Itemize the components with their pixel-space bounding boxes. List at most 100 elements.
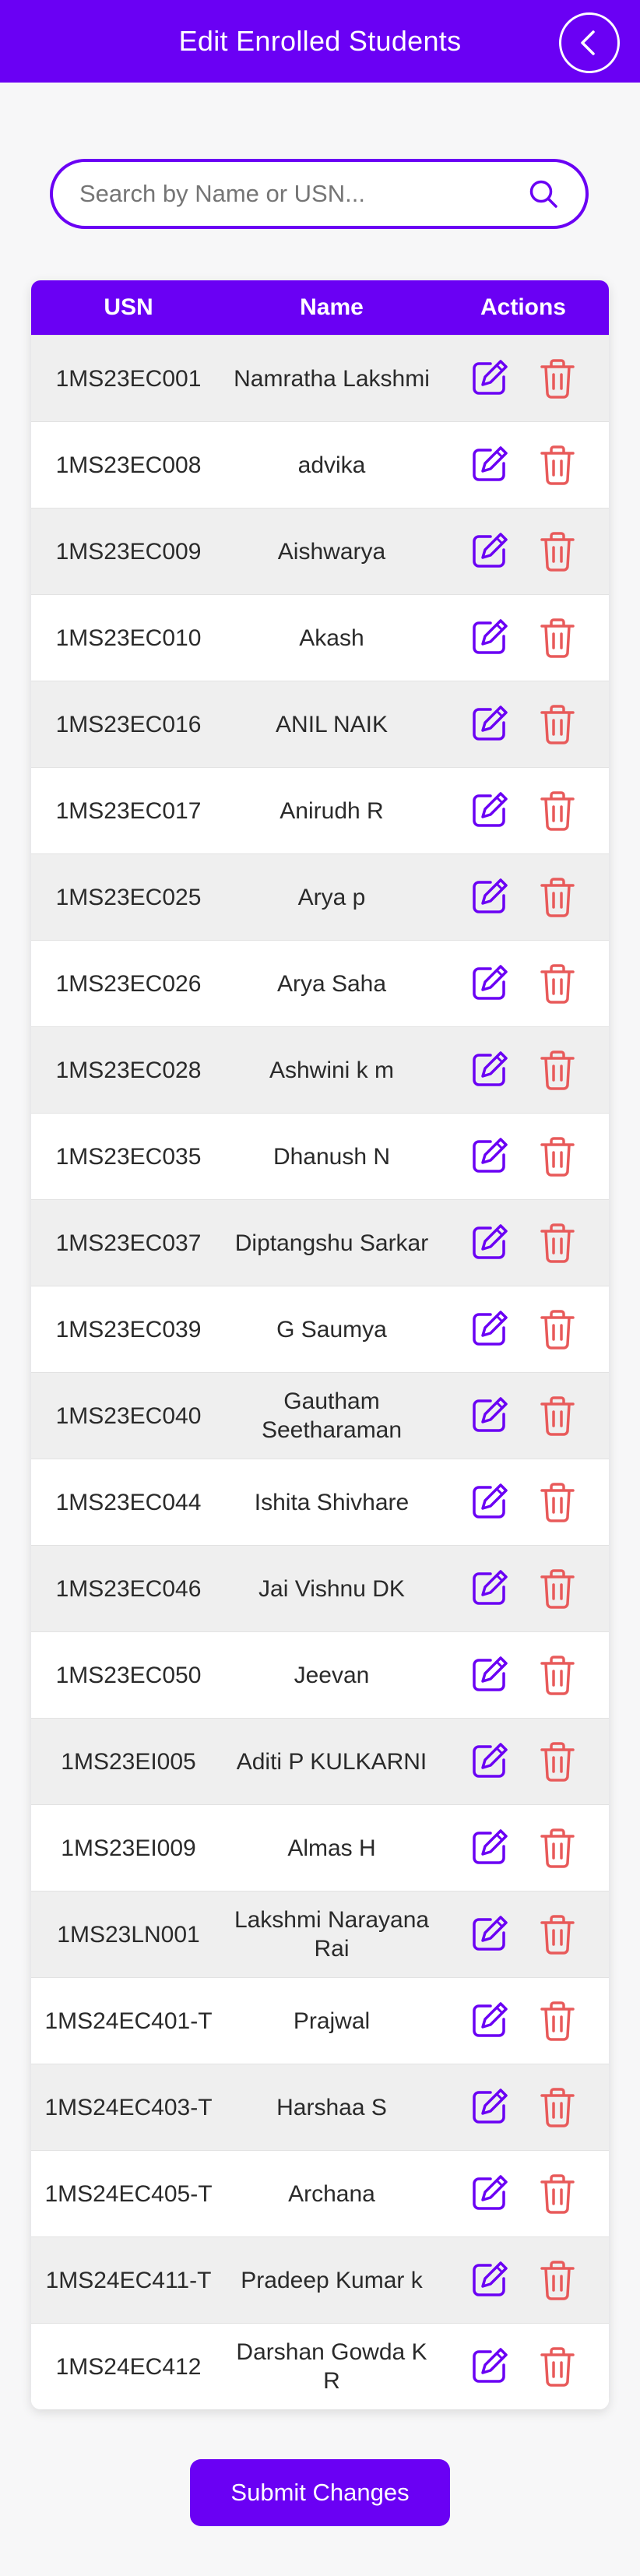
edit-icon[interactable] <box>466 528 512 575</box>
trash-icon[interactable] <box>534 1911 581 1958</box>
table-body: 1MS23EC001 Namratha Lakshmi 1MS23EC008 advi… <box>31 335 609 2409</box>
edit-icon[interactable] <box>466 874 512 920</box>
edit-icon[interactable] <box>466 1997 512 2044</box>
page-title: Edit Enrolled Students <box>178 25 462 57</box>
edit-icon[interactable] <box>466 1133 512 1180</box>
edit-icon[interactable] <box>466 1479 512 1526</box>
trash-icon[interactable] <box>534 442 581 488</box>
trash-icon[interactable] <box>534 2084 581 2131</box>
edit-icon[interactable] <box>466 787 512 834</box>
name-cell: Dhanush N <box>273 1143 391 1170</box>
trash-icon[interactable] <box>534 614 581 661</box>
search-icon[interactable] <box>525 175 562 213</box>
name-cell: advika <box>297 452 366 478</box>
students-table: USN Name Actions 1MS23EC001 Namratha Laks… <box>31 280 609 2409</box>
usn-cell: 1MS23EC010 <box>55 625 202 651</box>
edit-icon[interactable] <box>466 1738 512 1785</box>
edit-icon[interactable] <box>466 1392 512 1439</box>
trash-icon[interactable] <box>534 1047 581 1093</box>
column-header-actions: Actions <box>480 294 566 320</box>
trash-icon[interactable] <box>534 2170 581 2217</box>
edit-icon[interactable] <box>466 355 512 402</box>
trash-icon[interactable] <box>534 787 581 834</box>
trash-icon[interactable] <box>534 1652 581 1698</box>
usn-cell: 1MS23EC039 <box>55 1316 202 1343</box>
usn-cell: 1MS23EC009 <box>55 538 202 565</box>
table-row: 1MS24EC411-T Pradeep Kumar k <box>31 2236 609 2323</box>
table-row: 1MS23EC044 Ishita Shivhare <box>31 1459 609 1545</box>
usn-cell: 1MS23EC001 <box>55 365 202 392</box>
usn-cell: 1MS23EI005 <box>61 1748 196 1775</box>
trash-icon[interactable] <box>534 1133 581 1180</box>
trash-icon[interactable] <box>534 1738 581 1785</box>
table-row: 1MS24EC403-T Harshaa S <box>31 2064 609 2150</box>
back-button[interactable] <box>559 12 620 73</box>
search-input[interactable] <box>79 180 525 208</box>
name-cell: Harshaa S <box>276 2094 387 2120</box>
edit-icon[interactable] <box>466 1911 512 1958</box>
actions-cell <box>438 1392 609 1439</box>
edit-icon[interactable] <box>466 2084 512 2131</box>
table-row: 1MS23EC035 Dhanush N <box>31 1113 609 1199</box>
actions-cell <box>438 1738 609 1785</box>
trash-icon[interactable] <box>534 1306 581 1353</box>
trash-icon[interactable] <box>534 701 581 748</box>
trash-icon[interactable] <box>534 1392 581 1439</box>
table-row: 1MS24EC412 Darshan Gowda K R <box>31 2323 609 2409</box>
trash-icon[interactable] <box>534 1565 581 1612</box>
table-row: 1MS23EC010 Akash <box>31 594 609 681</box>
edit-icon[interactable] <box>466 701 512 748</box>
name-cell: Aishwarya <box>277 538 386 565</box>
actions-cell <box>438 355 609 402</box>
trash-icon[interactable] <box>534 2257 581 2303</box>
actions-cell <box>438 1565 609 1612</box>
name-cell: Ishita Shivhare <box>254 1489 410 1515</box>
actions-cell <box>438 1047 609 1093</box>
edit-icon[interactable] <box>466 442 512 488</box>
trash-icon[interactable] <box>534 1997 581 2044</box>
usn-cell: 1MS23EC046 <box>55 1575 202 1602</box>
usn-cell: 1MS23EI009 <box>61 1835 196 1861</box>
actions-cell <box>438 1133 609 1180</box>
edit-icon[interactable] <box>466 614 512 661</box>
name-cell: Ashwini k m <box>269 1057 395 1083</box>
name-cell: Akash <box>299 625 364 651</box>
usn-cell: 1MS23EC050 <box>55 1662 202 1688</box>
name-cell: Arya Saha <box>276 970 387 997</box>
edit-icon[interactable] <box>466 1652 512 1698</box>
name-cell: Jeevan <box>294 1662 370 1688</box>
trash-icon[interactable] <box>534 2343 581 2390</box>
trash-icon[interactable] <box>534 355 581 402</box>
edit-icon[interactable] <box>466 960 512 1007</box>
name-cell: G Saumya <box>276 1316 387 1343</box>
table-header: USN Name Actions <box>31 280 609 335</box>
column-header-usn: USN <box>104 294 153 320</box>
edit-icon[interactable] <box>466 2257 512 2303</box>
name-cell: Gautham Seetharaman <box>261 1388 403 1443</box>
table-row: 1MS23EC037 Diptangshu Sarkar <box>31 1199 609 1286</box>
edit-icon[interactable] <box>466 1825 512 1871</box>
edit-icon[interactable] <box>466 1306 512 1353</box>
edit-icon[interactable] <box>466 1047 512 1093</box>
usn-cell: 1MS23EC028 <box>55 1057 202 1083</box>
table-row: 1MS23EC016 ANIL NAIK <box>31 681 609 767</box>
edit-icon[interactable] <box>466 1565 512 1612</box>
trash-icon[interactable] <box>534 1219 581 1266</box>
trash-icon[interactable] <box>534 960 581 1007</box>
name-cell: Diptangshu Sarkar <box>234 1230 429 1256</box>
edit-icon[interactable] <box>466 2343 512 2390</box>
usn-cell: 1MS23LN001 <box>57 1921 200 1948</box>
chevron-left-icon <box>581 30 595 55</box>
edit-icon[interactable] <box>466 2170 512 2217</box>
trash-icon[interactable] <box>534 1825 581 1871</box>
table-row: 1MS23EC026 Arya Saha <box>31 940 609 1026</box>
trash-icon[interactable] <box>534 528 581 575</box>
table-row: 1MS23EC017 Anirudh R <box>31 767 609 853</box>
trash-icon[interactable] <box>534 1479 581 1526</box>
edit-icon[interactable] <box>466 1219 512 1266</box>
submit-changes-button[interactable]: Submit Changes <box>190 2459 450 2526</box>
trash-icon[interactable] <box>534 874 581 920</box>
actions-cell <box>438 874 609 920</box>
actions-cell <box>438 787 609 834</box>
name-cell: Aditi P KULKARNI <box>236 1748 427 1775</box>
